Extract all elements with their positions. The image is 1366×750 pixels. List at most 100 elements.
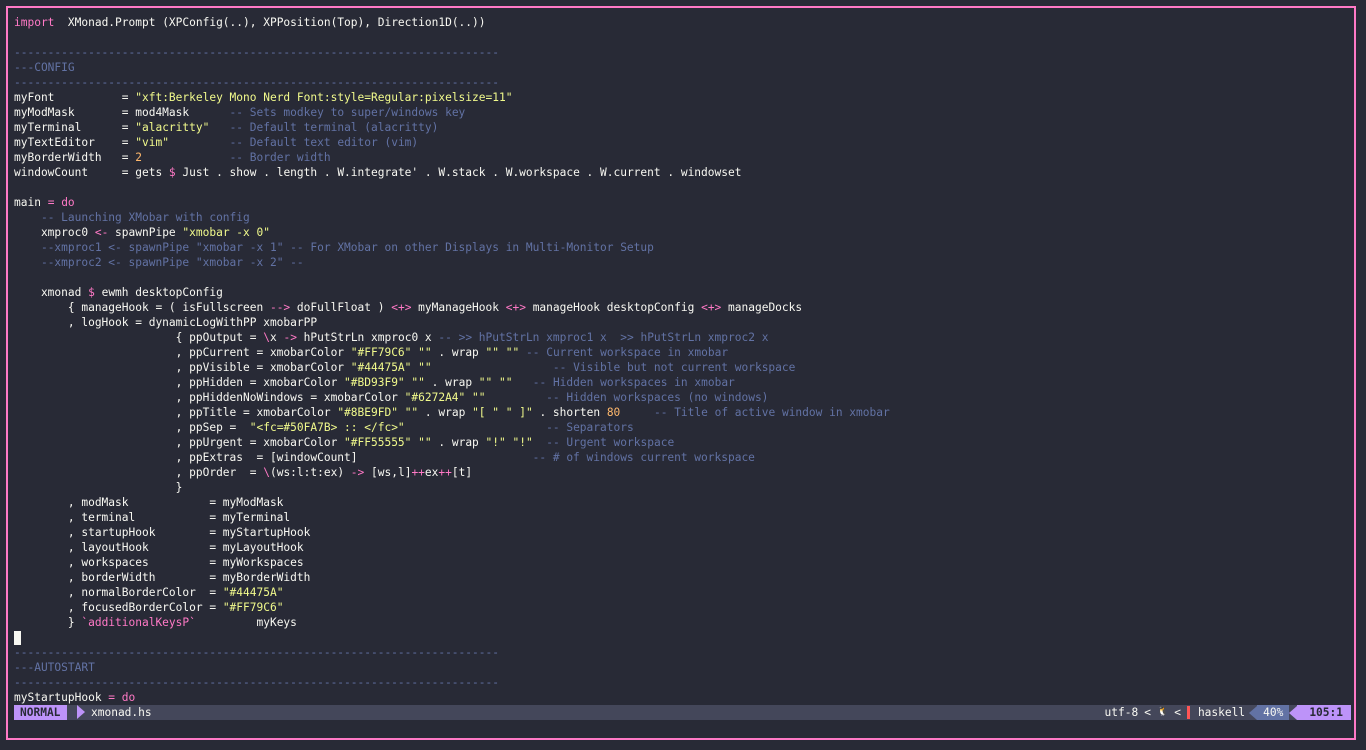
code-line[interactable]: --xmproc2 <- spawnPipe "xmobar -x 2" --: [14, 255, 1348, 270]
code-string: "": [505, 346, 520, 359]
code-line[interactable]: [14, 270, 1348, 285]
code-text: { ppOutput =: [14, 331, 264, 344]
code-line[interactable]: , logHook = dynamicLogWithPP xmobarPP: [14, 315, 1348, 330]
code-comment: ---AUTOSTART: [14, 661, 95, 674]
code-line[interactable]: }: [14, 480, 1348, 495]
code-line[interactable]: xmproc0 <- spawnPipe "xmobar -x 0": [14, 225, 1348, 240]
code-line[interactable]: myBorderWidth = 2 -- Border width: [14, 150, 1348, 165]
terminal-window: import XMonad.Prompt (XPConfig(..), XPPo…: [6, 6, 1356, 740]
code-line[interactable]: main = do: [14, 195, 1348, 210]
code-line[interactable]: , startupHook = myStartupHook: [14, 525, 1348, 540]
code-line[interactable]: --xmproc1 <- spawnPipe "xmobar -x 1" -- …: [14, 240, 1348, 255]
code-line[interactable]: myModMask = mod4Mask -- Sets modkey to s…: [14, 105, 1348, 120]
code-line[interactable]: ---AUTOSTART: [14, 660, 1348, 675]
code-line[interactable]: -- Launching XMobar with config: [14, 210, 1348, 225]
code-text: , ppVisible = xmobarColor: [14, 361, 351, 374]
code-comment: -- Hidden workspaces in xmobar: [532, 376, 735, 389]
code-text: . shorten: [532, 406, 607, 419]
code-line[interactable]: [14, 180, 1348, 195]
code-text: (ws:l:t:ex): [269, 466, 351, 479]
code-string: "": [478, 376, 493, 389]
mode-separator-icon: [77, 705, 85, 719]
code-line[interactable]: , ppOrder = \(ws:l:t:ex) -> [ws,l]++ex++…: [14, 465, 1348, 480]
code-line[interactable]: , ppHidden = xmobarColor "#BD93F9" "" . …: [14, 375, 1348, 390]
encoding-label: utf-8: [1104, 706, 1139, 719]
code-text: , ppCurrent = xmobarColor: [14, 346, 351, 359]
code-text: , modMask = myModMask: [14, 496, 284, 509]
code-text: main: [14, 196, 48, 209]
code-line[interactable]: [14, 630, 1348, 645]
linux-tux-icon: 🐧: [1156, 707, 1169, 717]
code-text: myBorderWidth =: [14, 151, 136, 164]
file-name: xmonad.hs: [91, 706, 152, 719]
code-comment: --xmproc1 <- spawnPipe "xmobar -x 1" -- …: [40, 241, 654, 254]
code-text: , workspaces = myWorkspaces: [14, 556, 304, 569]
code-keyword: ->: [350, 466, 365, 479]
code-number: 80: [606, 406, 621, 419]
code-line[interactable]: windowCount = gets $ Just . show . lengt…: [14, 165, 1348, 180]
code-comment: --xmproc2 <- spawnPipe "xmobar -x 2" --: [40, 256, 304, 269]
code-string: "#8BE9FD": [337, 406, 398, 419]
code-line[interactable]: , ppHiddenNoWindows = xmobarColor "#6272…: [14, 390, 1348, 405]
scroll-percent: 40%: [1257, 705, 1290, 720]
code-line[interactable]: , normalBorderColor = "#44475A": [14, 585, 1348, 600]
code-line[interactable]: import XMonad.Prompt (XPConfig(..), XPPo…: [14, 15, 1348, 30]
code-line[interactable]: , terminal = myTerminal: [14, 510, 1348, 525]
code-text: , ppSep =: [14, 421, 250, 434]
code-keyword: ++: [411, 466, 425, 479]
code-line[interactable]: , ppCurrent = xmobarColor "#FF79C6" "" .…: [14, 345, 1348, 360]
code-number: 2: [135, 151, 142, 164]
code-string: "#44475A": [222, 586, 284, 599]
code-comment: ----------------------------------------…: [14, 646, 499, 659]
code-line[interactable]: { manageHook = ( isFullscreen --> doFull…: [14, 300, 1348, 315]
code-line[interactable]: ----------------------------------------…: [14, 675, 1348, 690]
code-string: "vim": [135, 136, 169, 149]
code-text: , ppHiddenNoWindows = xmobarColor: [14, 391, 405, 404]
code-editor[interactable]: import XMonad.Prompt (XPConfig(..), XPPo…: [14, 15, 1348, 705]
code-string: "#FF79C6": [222, 601, 284, 614]
code-keyword: \: [263, 466, 270, 479]
code-line[interactable]: , layoutHook = myLayoutHook: [14, 540, 1348, 555]
code-string: "!": [485, 436, 506, 449]
code-string: "": [404, 406, 419, 419]
code-line[interactable]: { ppOutput = \x -> hPutStrLn xmproc0 x -…: [14, 330, 1348, 345]
code-text: . wrap: [418, 406, 473, 419]
code-line[interactable]: , ppTitle = xmobarColor "#8BE9FD" "" . w…: [14, 405, 1348, 420]
code-text: }: [14, 481, 183, 494]
code-line[interactable]: myTerminal = "alacritty" -- Default term…: [14, 120, 1348, 135]
code-line[interactable]: , focusedBorderColor = "#FF79C6": [14, 600, 1348, 615]
code-line[interactable]: myTextEditor = "vim" -- Default text edi…: [14, 135, 1348, 150]
code-line[interactable]: xmonad $ ewmh desktopConfig: [14, 285, 1348, 300]
code-keyword: -->: [269, 301, 291, 314]
code-line[interactable]: myFont = "xft:Berkeley Mono Nerd Font:st…: [14, 90, 1348, 105]
code-line[interactable]: } `additionalKeysP` myKeys: [14, 615, 1348, 630]
code-text: , ppUrgent = xmobarColor: [14, 436, 345, 449]
code-text: , ppHidden = xmobarColor: [14, 376, 345, 389]
code-text: , startupHook = myStartupHook: [14, 526, 311, 539]
code-line[interactable]: ----------------------------------------…: [14, 645, 1348, 660]
code-line[interactable]: [14, 30, 1348, 45]
code-line[interactable]: ---CONFIG: [14, 60, 1348, 75]
filetype-marker-icon: [1186, 706, 1190, 719]
code-line[interactable]: , ppVisible = xmobarColor "#44475A" "" -…: [14, 360, 1348, 375]
code-text: , normalBorderColor =: [14, 586, 223, 599]
code-string: "xmobar -x 0": [182, 226, 270, 239]
filetype-label: haskell: [1197, 706, 1246, 719]
code-line[interactable]: ----------------------------------------…: [14, 75, 1348, 90]
code-string: "": [499, 376, 513, 389]
code-line[interactable]: , borderWidth = myBorderWidth: [14, 570, 1348, 585]
code-line[interactable]: ----------------------------------------…: [14, 45, 1348, 60]
code-text: , ppTitle = xmobarColor: [14, 406, 338, 419]
code-text: . wrap: [431, 436, 486, 449]
code-line[interactable]: , workspaces = myWorkspaces: [14, 555, 1348, 570]
code-line[interactable]: , ppUrgent = xmobarColor "#FF55555" "" .…: [14, 435, 1348, 450]
code-text: XMonad.Prompt (XPConfig(..), XPPosition(…: [54, 16, 486, 29]
code-line[interactable]: , modMask = myModMask: [14, 495, 1348, 510]
code-comment: -- Hidden workspaces (no windows): [546, 391, 769, 404]
code-line[interactable]: myStartupHook = do: [14, 690, 1348, 705]
code-line[interactable]: , ppExtras = [windowCount] -- # of windo…: [14, 450, 1348, 465]
code-line[interactable]: , ppSep = "<fc=#50FA7B> :: </fc>" -- Sep…: [14, 420, 1348, 435]
